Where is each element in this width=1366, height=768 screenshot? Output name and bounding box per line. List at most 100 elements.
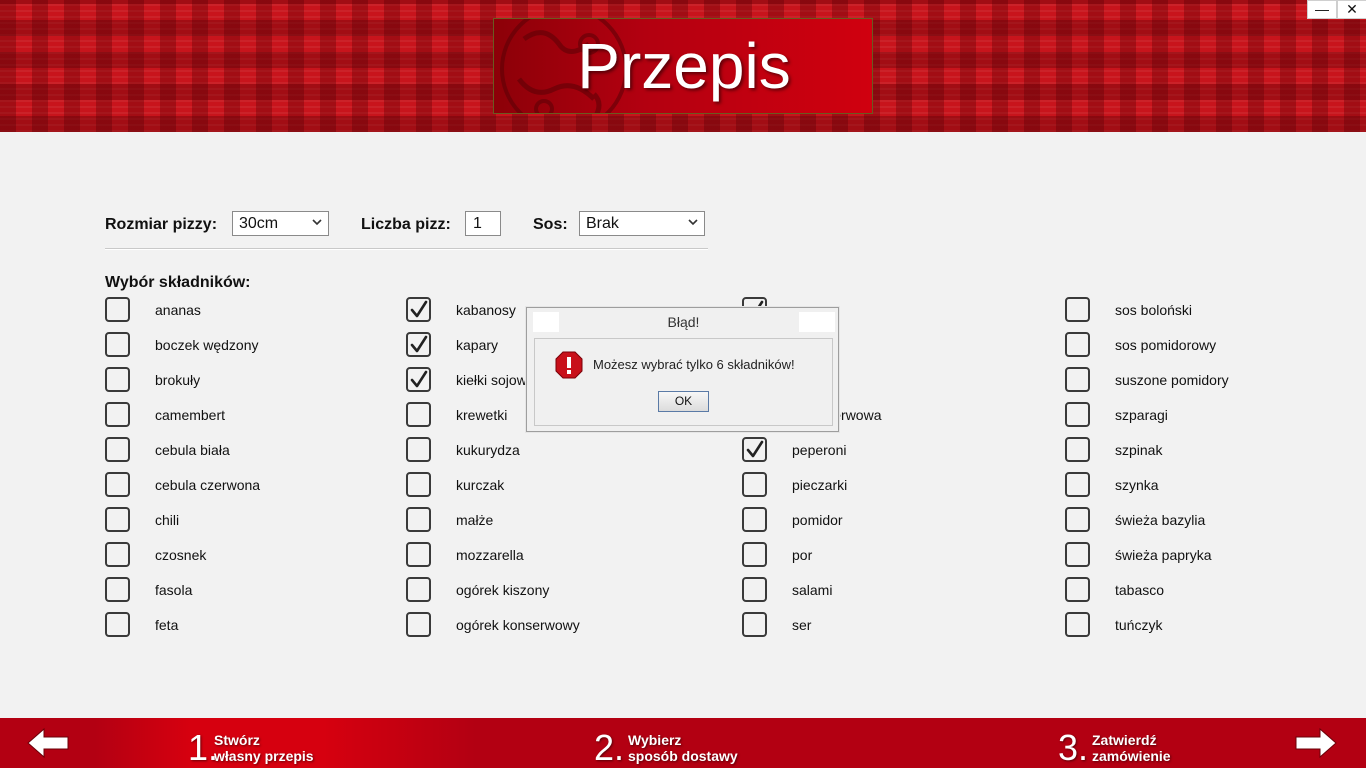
ingredient-label: fasola [155, 582, 193, 598]
ingredient-checkbox[interactable] [1065, 612, 1090, 637]
ingredient-label: chili [155, 512, 180, 528]
ingredient-item[interactable]: świeża bazylia [1065, 507, 1365, 535]
ingredient-item[interactable]: kukurydza [406, 437, 706, 465]
ingredient-checkbox[interactable] [105, 367, 130, 392]
ingredient-item[interactable]: ananas [105, 297, 405, 325]
ingredient-item[interactable]: małże [406, 507, 706, 535]
ingredient-checkbox[interactable] [105, 542, 130, 567]
checkmark-icon [410, 335, 428, 353]
ingredient-checkbox[interactable] [1065, 332, 1090, 357]
arrow-left-icon[interactable] [26, 727, 70, 759]
ingredient-checkbox[interactable] [1065, 507, 1090, 532]
ingredient-checkbox[interactable] [1065, 437, 1090, 462]
ingredient-item[interactable]: świeża papryka [1065, 542, 1365, 570]
ingredient-label: ogórek konserwowy [456, 617, 580, 633]
ingredient-checkbox[interactable] [105, 507, 130, 532]
ingredient-checkbox[interactable] [105, 612, 130, 637]
ingredient-item[interactable]: sos pomidorowy [1065, 332, 1365, 360]
ingredient-item[interactable]: ogórek kiszony [406, 577, 706, 605]
ingredient-label: szparagi [1115, 407, 1168, 423]
ingredient-label: brokuły [155, 372, 201, 388]
ingredient-checkbox[interactable] [105, 332, 130, 357]
ingredient-checkbox[interactable] [1065, 297, 1090, 322]
ingredient-checkbox[interactable] [406, 402, 431, 427]
step-2[interactable]: 2. Wybierz sposób dostawy [594, 724, 794, 768]
ingredient-item[interactable]: ser [742, 612, 1042, 640]
ingredient-label: ananas [155, 302, 201, 318]
ingredient-item[interactable]: szparagi [1065, 402, 1365, 430]
ingredient-item[interactable]: mozzarella [406, 542, 706, 570]
ingredient-checkbox[interactable] [406, 577, 431, 602]
ingredient-label: kiełki sojow [456, 372, 527, 388]
ingredient-item[interactable]: pomidor [742, 507, 1042, 535]
ingredient-checkbox[interactable] [1065, 542, 1090, 567]
ingredient-checkbox[interactable] [406, 612, 431, 637]
ingredient-label: mozzarella [456, 547, 524, 563]
dialog-body: Możesz wybrać tylko 6 składników! OK [534, 338, 833, 426]
ingredient-item[interactable]: sos boloński [1065, 297, 1365, 325]
ingredient-checkbox[interactable] [406, 542, 431, 567]
ingredient-label: krewetki [456, 407, 508, 423]
ingredient-checkbox[interactable] [742, 577, 767, 602]
ingredient-item[interactable]: brokuły [105, 367, 405, 395]
ingredient-item[interactable]: camembert [105, 402, 405, 430]
ingredient-checkbox[interactable] [742, 437, 767, 462]
ingredient-checkbox[interactable] [742, 472, 767, 497]
ingredient-checkbox[interactable] [406, 437, 431, 462]
ingredient-checkbox[interactable] [406, 297, 431, 322]
ingredient-checkbox[interactable] [105, 472, 130, 497]
ingredient-item[interactable]: czosnek [105, 542, 405, 570]
ok-button[interactable]: OK [658, 391, 709, 412]
dialog-message: Możesz wybrać tylko 6 składników! [593, 357, 795, 372]
ingredient-item[interactable]: suszone pomidory [1065, 367, 1365, 395]
ingredient-item[interactable]: szpinak [1065, 437, 1365, 465]
ingredient-checkbox[interactable] [1065, 367, 1090, 392]
ingredient-item[interactable]: ogórek konserwowy [406, 612, 706, 640]
ingredient-checkbox[interactable] [1065, 577, 1090, 602]
ingredient-item[interactable]: szynka [1065, 472, 1365, 500]
sauce-label: Sos: [533, 216, 568, 233]
ingredient-label: kurczak [456, 477, 505, 493]
arrow-right-icon[interactable] [1294, 727, 1338, 759]
ingredient-item[interactable]: boczek wędzony [105, 332, 405, 360]
ingredient-item[interactable]: tabasco [1065, 577, 1365, 605]
ingredient-checkbox[interactable] [742, 612, 767, 637]
header-banner: Przepis — ✕ [0, 0, 1366, 132]
ingredient-item[interactable]: cebula biała [105, 437, 405, 465]
footer-nav: 1. Stwórz własny przepis 2. Wybierz spos… [0, 718, 1366, 768]
ingredient-label: feta [155, 617, 179, 633]
ingredient-item[interactable]: chili [105, 507, 405, 535]
ingredient-item[interactable]: fasola [105, 577, 405, 605]
minimize-button[interactable]: — [1307, 0, 1337, 19]
close-button[interactable]: ✕ [1337, 0, 1366, 19]
ingredient-checkbox[interactable] [1065, 402, 1090, 427]
ingredient-checkbox[interactable] [105, 577, 130, 602]
ingredient-item[interactable]: cebula czerwona [105, 472, 405, 500]
ingredient-checkbox[interactable] [406, 332, 431, 357]
ingredient-item[interactable]: kurczak [406, 472, 706, 500]
ingredient-item[interactable]: tuńczyk [1065, 612, 1365, 640]
ingredient-item[interactable]: salami [742, 577, 1042, 605]
ingredient-item[interactable]: por [742, 542, 1042, 570]
step-3[interactable]: 3. Zatwierdź zamówienie [1058, 724, 1258, 768]
ingredient-checkbox[interactable] [742, 542, 767, 567]
ingredient-item[interactable]: feta [105, 612, 405, 640]
ingredient-checkbox[interactable] [742, 507, 767, 532]
ingredient-label: świeża papryka [1115, 547, 1212, 563]
ingredient-checkbox[interactable] [406, 507, 431, 532]
ingredient-checkbox[interactable] [406, 472, 431, 497]
ingredient-label: tabasco [1115, 582, 1165, 598]
checkmark-icon [410, 370, 428, 388]
ingredient-checkbox[interactable] [105, 402, 130, 427]
sauce-select[interactable]: Brak [579, 211, 705, 236]
ingredient-checkbox[interactable] [406, 367, 431, 392]
ingredient-checkbox[interactable] [105, 437, 130, 462]
step-3-line2: zamówienie [1092, 748, 1171, 764]
ingredient-checkbox[interactable] [1065, 472, 1090, 497]
size-select[interactable]: 30cm [232, 211, 329, 236]
ingredient-checkbox[interactable] [105, 297, 130, 322]
step-1[interactable]: 1. Stwórz własny przepis [188, 724, 388, 768]
ingredient-item[interactable]: pieczarki [742, 472, 1042, 500]
count-input[interactable]: 1 [465, 211, 501, 236]
ingredient-item[interactable]: peperoni [742, 437, 1042, 465]
